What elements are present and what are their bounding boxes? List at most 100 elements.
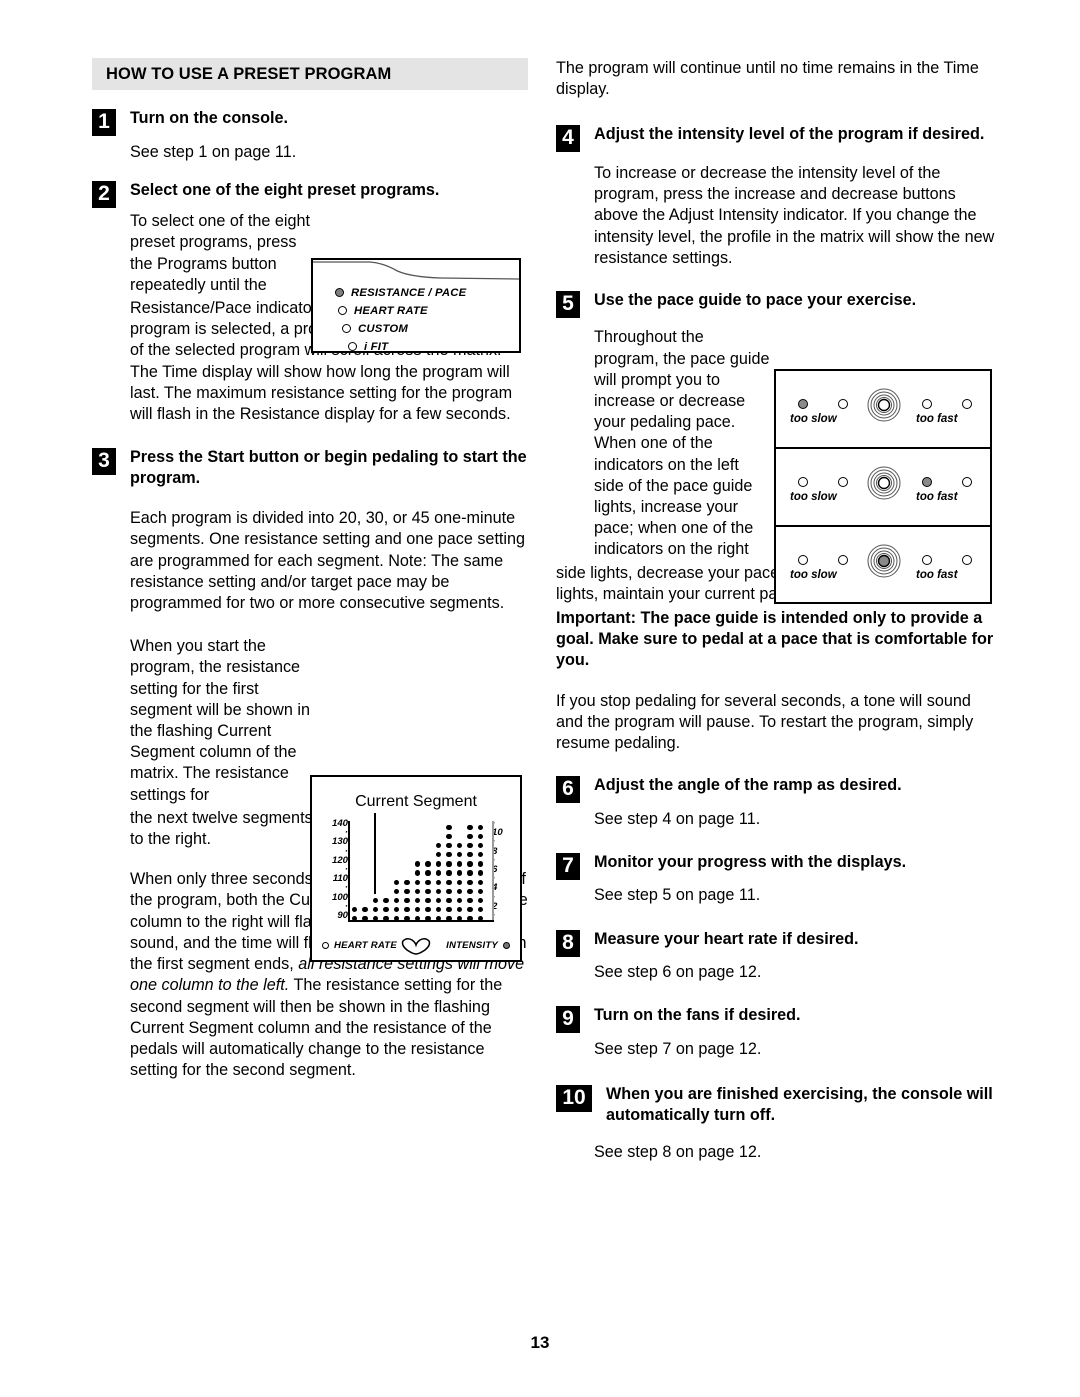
led-label: CUSTOM xyxy=(358,322,408,335)
matrix-dot-row xyxy=(352,915,488,924)
console-edge-curve-icon xyxy=(313,261,519,280)
pace-panel-too-slow: too slow too fast xyxy=(776,371,990,449)
step-3-title: Press the Start button or begin pedaling… xyxy=(130,448,527,487)
matrix-dot-row xyxy=(352,888,488,897)
intensity-scale: ·10·8·6·4·2· xyxy=(492,819,514,921)
step-2-number: 2 xyxy=(92,180,116,208)
heart-rate-tick: 130 xyxy=(331,836,348,848)
matrix-dot-row xyxy=(352,897,488,906)
intensity-tick: 10 xyxy=(492,827,503,839)
matrix-dot-on xyxy=(456,843,463,849)
led-indicator-icon xyxy=(348,342,357,351)
heart-icon xyxy=(401,937,431,955)
matrix-dot-on xyxy=(435,879,442,885)
intensity-led-icon xyxy=(503,942,510,949)
matrix-dot-on xyxy=(456,897,463,903)
matrix-dot-off xyxy=(404,861,409,866)
step-3: 3 Press the Start button or begin pedali… xyxy=(92,447,528,488)
matrix-dot-on xyxy=(477,897,483,903)
matrix-dot-row xyxy=(352,824,488,833)
matrix-dot-on xyxy=(393,897,400,903)
matrix-dot-off xyxy=(352,861,357,866)
matrix-dot-off xyxy=(383,889,388,894)
matrix-dot-on xyxy=(414,861,421,867)
matrix-dot-on xyxy=(467,915,473,922)
led-row-heart-rate[interactable]: HEART RATE xyxy=(338,302,466,319)
matrix-dot-off xyxy=(352,898,357,903)
matrix-dot-off xyxy=(383,880,388,885)
matrix-dot-on xyxy=(425,879,431,885)
step-5-body-wrap: Throughout the program, the pace guide w… xyxy=(594,328,770,559)
matrix-dot-on xyxy=(477,843,483,849)
matrix-dot-on xyxy=(393,915,400,922)
program-select-led-list: RESISTANCE / PACE HEART RATE CUSTOM i FI… xyxy=(335,284,466,356)
matrix-dot-on xyxy=(467,897,473,903)
step-4-title: Adjust the intensity level of the progra… xyxy=(594,125,985,144)
pace-led-far-right-icon xyxy=(962,477,972,487)
matrix-dot-on xyxy=(446,861,452,867)
matrix-dot-on xyxy=(404,897,410,903)
matrix-dot-off xyxy=(362,880,367,885)
matrix-dot-on xyxy=(414,888,421,894)
step-5-body-after: If you stop pedaling for several seconds… xyxy=(556,691,974,753)
intensity-tick: · xyxy=(492,910,514,920)
matrix-dot-on xyxy=(446,834,452,840)
matrix-dot-off xyxy=(404,834,409,839)
matrix-dot-on xyxy=(404,915,410,922)
pace-led-inner-left-icon xyxy=(838,477,848,487)
matrix-dot-row xyxy=(352,860,488,869)
pace-led-inner-right-icon xyxy=(922,477,932,487)
matrix-dot-on xyxy=(383,906,389,913)
matrix-dot-on xyxy=(425,888,431,894)
matrix-dot-on xyxy=(446,897,452,903)
step-1-body: See step 1 on page 11. xyxy=(130,142,297,161)
step-4: 4 Adjust the intensity level of the prog… xyxy=(556,124,996,153)
matrix-dot-on xyxy=(425,906,431,913)
matrix-dot-off xyxy=(383,825,388,830)
matrix-dot-off xyxy=(362,889,367,894)
matrix-dot-on xyxy=(435,915,442,922)
matrix-dot-on xyxy=(456,888,463,894)
matrix-dot-on xyxy=(467,852,473,858)
heart-rate-tick: 140 xyxy=(331,818,348,829)
led-row-ifit[interactable]: i FIT xyxy=(348,338,466,355)
matrix-dot-on xyxy=(393,888,400,894)
step-1-number: 1 xyxy=(92,109,116,136)
pace-target-icon xyxy=(867,388,901,422)
matrix-dot-on xyxy=(446,825,452,831)
step-10-number: 10 xyxy=(556,1085,592,1113)
matrix-dot-off xyxy=(415,825,420,830)
pace-target-icon xyxy=(867,544,901,578)
intensity-tick: 2 xyxy=(492,900,498,912)
matrix-dot-row xyxy=(352,851,488,860)
step-6-title: Adjust the angle of the ramp as desired. xyxy=(594,776,902,795)
heart-rate-led-icon xyxy=(322,942,329,949)
pace-led-inner-left-icon xyxy=(838,399,848,409)
step-9-body: See step 7 on page 12. xyxy=(594,1039,762,1058)
matrix-dot-off xyxy=(362,852,367,857)
matrix-dot-off xyxy=(394,825,399,830)
pace-led-inner-left-icon xyxy=(838,555,848,565)
matrix-dot-row xyxy=(352,842,488,851)
step-10: 10 When you are finished exercising, the… xyxy=(556,1084,996,1125)
matrix-dot-on xyxy=(414,870,421,876)
matrix-axis-right xyxy=(492,821,494,922)
step-7-title: Monitor your progress with the displays. xyxy=(594,852,907,871)
heart-rate-scale: 140 · 130 · 120 · 110 · 100 · 90 xyxy=(320,818,348,921)
intensity-tick: 8 xyxy=(492,845,498,857)
matrix-dot-on xyxy=(446,852,452,858)
step-5-important: Important: The pace guide is intended on… xyxy=(556,609,994,670)
matrix-dot-off xyxy=(362,825,367,830)
matrix-dot-on xyxy=(372,897,379,903)
led-row-custom[interactable]: CUSTOM xyxy=(342,320,466,337)
matrix-footer-heart-rate: HEART RATE xyxy=(322,940,397,951)
step-9: 9 Turn on the fans if desired. xyxy=(556,1005,996,1034)
pace-panel-on-pace: too slow too fast xyxy=(776,527,990,605)
step-7-number: 7 xyxy=(556,852,580,880)
matrix-dot-on xyxy=(414,906,421,913)
pace-label-too-slow: too slow xyxy=(790,569,837,581)
led-row-resistance-pace[interactable]: RESISTANCE / PACE xyxy=(335,284,466,301)
matrix-dot-on xyxy=(435,897,442,903)
led-label: HEART RATE xyxy=(354,304,428,317)
matrix-dot-off xyxy=(404,852,409,857)
